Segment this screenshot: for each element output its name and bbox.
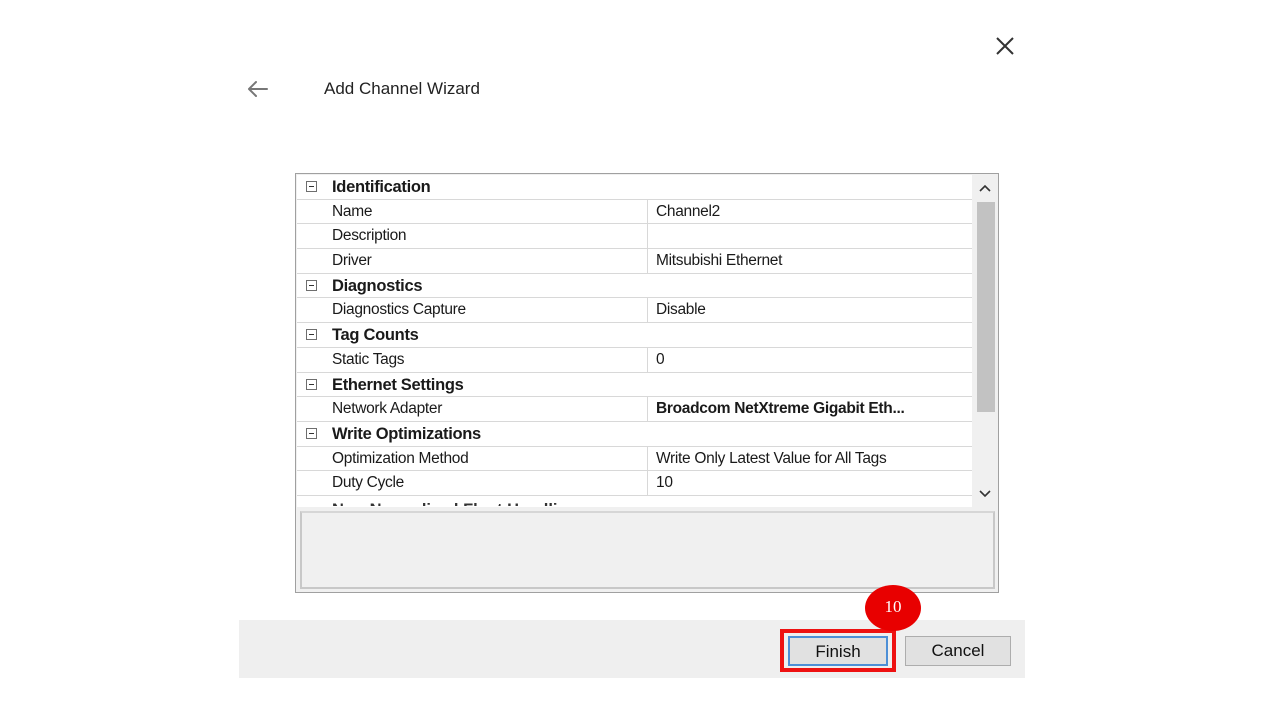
property-grid-rows: Identification Name Channel2 Description Dri…: [297, 175, 972, 506]
property-value[interactable]: [649, 224, 972, 248]
close-button[interactable]: [992, 33, 1018, 59]
add-channel-wizard: Add Channel Wizard Identification Name Cha…: [0, 0, 1280, 720]
category-row: Write Optimizations: [297, 422, 972, 447]
property-row[interactable]: Duty Cycle 10: [297, 471, 972, 496]
chevron-down-icon: [979, 490, 991, 498]
scroll-down-button[interactable]: [972, 481, 998, 507]
property-name: Optimization Method: [325, 446, 648, 471]
property-row[interactable]: Description: [297, 224, 972, 250]
property-value[interactable]: Broadcom NetXtreme Gigabit Eth...: [649, 397, 972, 421]
collapse-toggle-icon[interactable]: [306, 181, 317, 192]
property-row[interactable]: Name Channel2: [297, 199, 972, 225]
collapse-toggle-icon[interactable]: [306, 427, 317, 439]
category-row: Identification: [297, 175, 972, 200]
wizard-footer: Finish Cancel: [239, 620, 1025, 678]
partial-category-label: Non-Normalized Float Handling: [332, 501, 578, 506]
category-label: Write Optimizations: [332, 424, 481, 443]
vertical-scrollbar[interactable]: [972, 175, 998, 507]
step-number-badge: 10: [865, 585, 921, 631]
property-value[interactable]: Channel2: [649, 200, 972, 224]
property-grid-list: Identification Name Channel2 Description Dri…: [297, 175, 998, 507]
property-name: Name: [325, 199, 648, 224]
scroll-up-button[interactable]: [972, 175, 998, 201]
property-value[interactable]: Disable: [649, 298, 972, 322]
property-description-panel: [300, 511, 995, 589]
category-label: Ethernet Settings: [332, 375, 464, 394]
property-row[interactable]: Optimization Method Write Only Latest Val…: [297, 446, 972, 472]
back-arrow-icon: [248, 81, 268, 97]
property-name: Network Adapter: [325, 397, 648, 421]
property-name: Driver: [325, 249, 648, 273]
back-button[interactable]: [244, 76, 272, 102]
property-name: Static Tags: [325, 347, 648, 372]
property-value[interactable]: 0: [649, 348, 972, 372]
property-row[interactable]: Network Adapter Broadcom NetXtreme Gigabi…: [297, 397, 972, 422]
wizard-title: Add Channel Wizard: [324, 79, 480, 98]
close-icon: [996, 37, 1014, 55]
partial-category-row: Non-Normalized Float Handling: [297, 496, 972, 506]
property-value[interactable]: Write Only Latest Value for All Tags: [649, 447, 972, 471]
property-name: Diagnostics Capture: [325, 298, 648, 323]
property-row[interactable]: Driver Mitsubishi Ethernet: [297, 249, 972, 274]
category-row: Tag Counts: [297, 323, 972, 348]
collapse-toggle-icon[interactable]: [306, 378, 317, 390]
finish-button[interactable]: Finish: [788, 636, 888, 666]
category-label: Tag Counts: [332, 326, 419, 345]
property-value[interactable]: Mitsubishi Ethernet: [649, 249, 972, 273]
category-row: Diagnostics: [297, 274, 972, 299]
collapse-toggle-icon[interactable]: [306, 329, 317, 341]
property-row[interactable]: Static Tags 0: [297, 347, 972, 373]
property-value[interactable]: 10: [649, 471, 972, 495]
chevron-up-icon: [979, 184, 991, 192]
category-label: Diagnostics: [332, 276, 423, 295]
property-name: Description: [325, 224, 648, 249]
collapse-toggle-icon[interactable]: [306, 279, 317, 291]
property-name: Duty Cycle: [325, 471, 648, 495]
cancel-button[interactable]: Cancel: [905, 636, 1011, 666]
property-row[interactable]: Diagnostics Capture Disable: [297, 298, 972, 324]
category-row: Ethernet Settings: [297, 373, 972, 398]
property-grid: Identification Name Channel2 Description Dri…: [295, 173, 999, 593]
category-label: Identification: [332, 178, 431, 196]
scrollbar-thumb[interactable]: [977, 202, 995, 412]
